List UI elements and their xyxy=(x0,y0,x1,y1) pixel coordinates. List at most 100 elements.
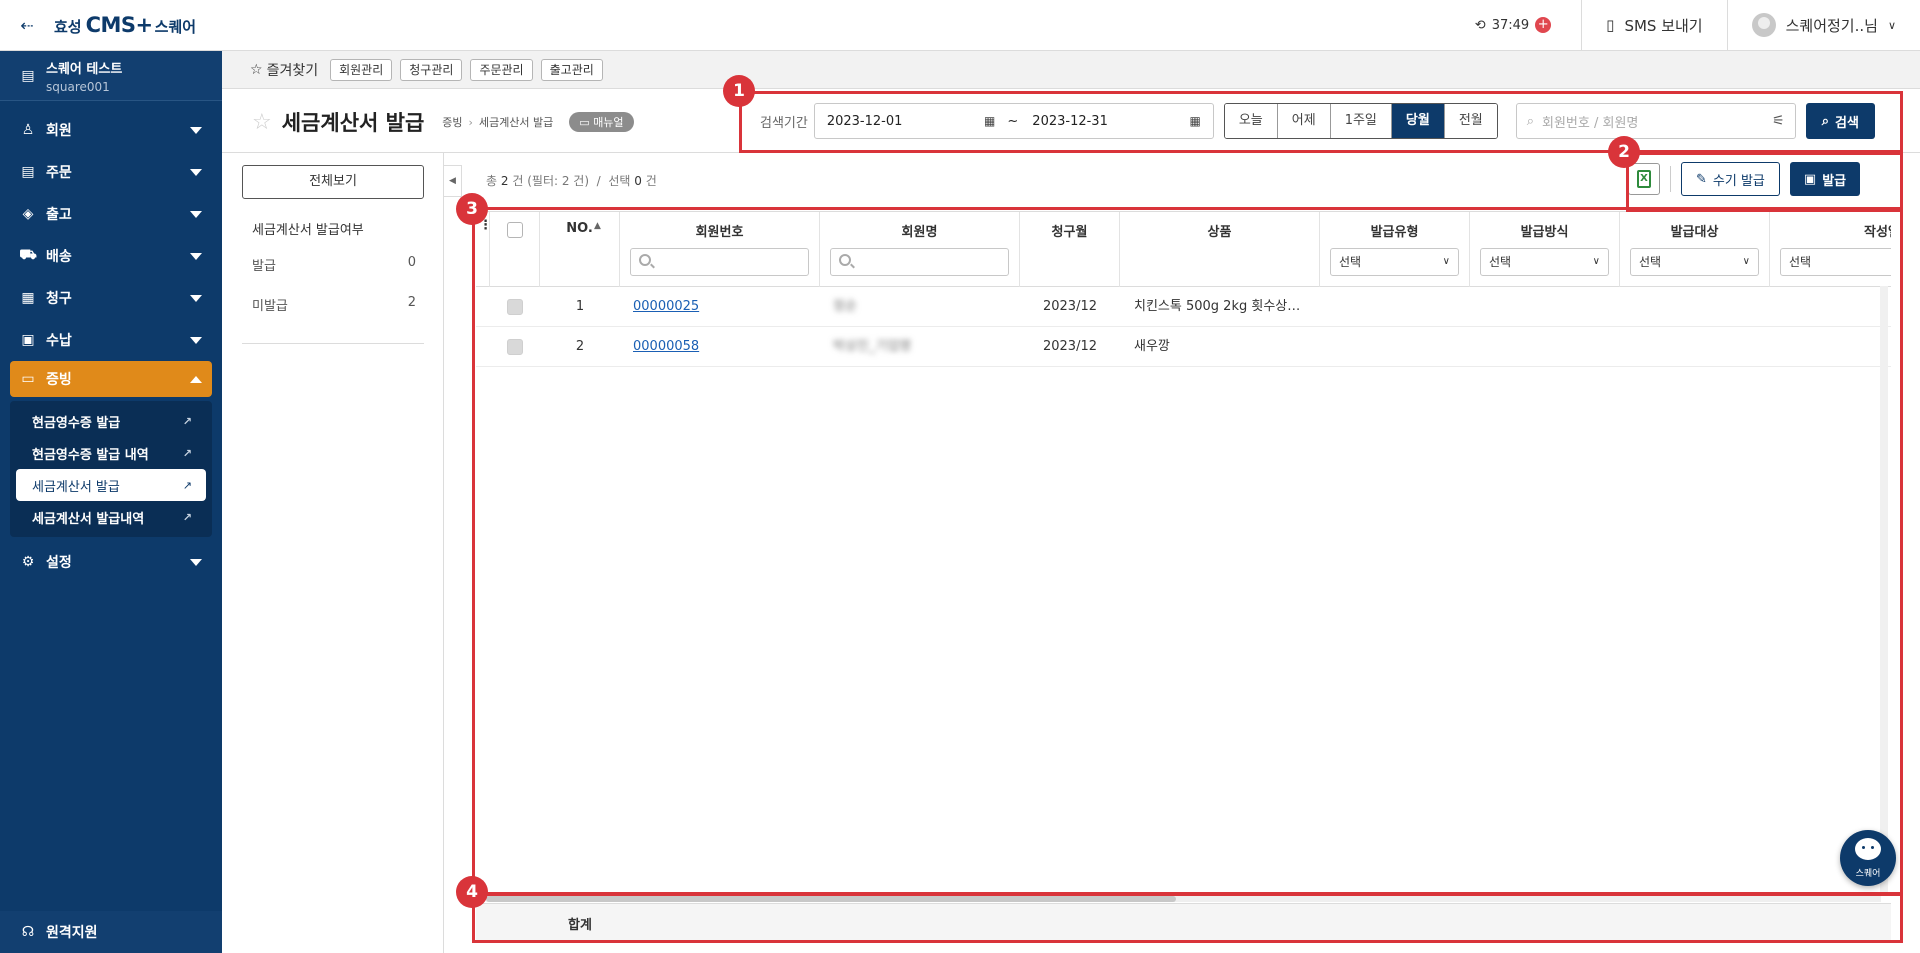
chevron-down-icon: ∨ xyxy=(1742,256,1750,267)
issue-type-select[interactable]: 선택 ∨ xyxy=(1330,248,1459,276)
summary-total: 2 xyxy=(500,174,509,188)
calendar-icon[interactable]: ▦ xyxy=(984,114,995,128)
column-member-name[interactable]: 회원명 xyxy=(820,212,1020,287)
action-buttons: X ✎ 수기 발급 ▣ 발급 xyxy=(1628,162,1861,196)
table-row[interactable]: 1 00000025 정순 2023/12 치킨스톡 500g 2kg 횟수상… xyxy=(476,287,1891,327)
truck-icon: ⛟ xyxy=(19,247,37,263)
row-checkbox[interactable] xyxy=(507,298,523,315)
row-checkbox-cell[interactable] xyxy=(490,287,540,327)
caret-down-icon xyxy=(190,168,202,176)
collapse-menu-icon[interactable]: ⇠ xyxy=(0,0,54,51)
column-member-no[interactable]: 회원번호 xyxy=(620,212,820,287)
created-date-select[interactable]: 선택 xyxy=(1780,248,1891,276)
row-checkbox[interactable] xyxy=(507,338,523,355)
sidebar-item-label: 회원 xyxy=(46,123,72,139)
column-product[interactable]: 상품 xyxy=(1120,212,1320,287)
vertical-scrollbar[interactable] xyxy=(1880,286,1888,896)
issue-method-select[interactable]: 선택 ∨ xyxy=(1480,248,1609,276)
favorite-chip[interactable]: 주문관리 xyxy=(470,58,533,81)
horizontal-scrollbar-thumb[interactable] xyxy=(486,896,1176,902)
sms-button-label: SMS 보내기 xyxy=(1624,16,1703,35)
favorite-chip[interactable]: 출고관리 xyxy=(540,58,603,81)
column-no[interactable]: NO. ▲ xyxy=(540,212,620,287)
caret-down-icon xyxy=(190,336,202,344)
search-filter-zone: 검색기간 2023-12-01 ▦ ~ 2023-12-31 ▦ 오늘 어제 1… xyxy=(740,89,1900,153)
filter-not-issued-row[interactable]: 미발급 2 xyxy=(252,295,416,314)
grid-header: ⋮ NO. ▲ 회원번호 회원명 청구월 상품 발급유형 선택 ∨ 발급방식 선택 ∨ 발… xyxy=(476,212,1891,287)
headset-icon: ☊ xyxy=(21,924,35,940)
date-from[interactable]: 2023-12-01 xyxy=(827,114,976,129)
account-info[interactable]: ▤ 스퀘어 테스트 square001 xyxy=(0,51,222,101)
column-created-date[interactable]: 작성일선택 xyxy=(1770,212,1891,287)
user-menu[interactable]: 스퀘어정기..님 ∨ xyxy=(1726,0,1920,51)
filter-row-count: 0 xyxy=(407,255,416,270)
period-today-button[interactable]: 오늘 xyxy=(1224,104,1278,138)
submenu-cash-receipt-history[interactable]: 현금영수증 발급 내역 ↗ xyxy=(16,437,206,469)
sidebar: ▤ 스퀘어 테스트 square001 ♙ 회원 ▤ 주문 ◈ 출고 ⛟ 배송 … xyxy=(0,51,222,953)
sidebar-item-billing[interactable]: ▦ 청구 xyxy=(0,277,222,319)
date-range-picker[interactable]: 2023-12-01 ▦ ~ 2023-12-31 ▦ xyxy=(813,103,1214,139)
column-bill-month[interactable]: 청구월 xyxy=(1020,212,1120,287)
column-issue-method[interactable]: 발급방식 선택 ∨ xyxy=(1470,212,1620,287)
extend-session-plus-icon[interactable]: + xyxy=(1535,17,1552,33)
issue-button[interactable]: ▣ 발급 xyxy=(1789,162,1861,196)
logo-part-2: CMS+ xyxy=(85,13,154,37)
filter-sliders-icon[interactable]: ⚟ xyxy=(1772,113,1785,129)
view-all-button[interactable]: 전체보기 xyxy=(242,165,424,199)
search-period-label: 검색기간 xyxy=(760,115,808,131)
filter-issued-row[interactable]: 발급 0 xyxy=(252,255,416,274)
period-last-month-button[interactable]: 전월 xyxy=(1444,104,1497,138)
period-yesterday-button[interactable]: 어제 xyxy=(1277,104,1331,138)
issue-target-select[interactable]: 선택 ∨ xyxy=(1630,248,1759,276)
excel-download-button[interactable]: X xyxy=(1628,163,1660,195)
filter-row-label: 미발급 xyxy=(252,299,288,314)
chevron-down-icon: ∨ xyxy=(1592,256,1600,267)
submenu-tax-invoice-issue[interactable]: 세금계산서 발급 ↗ xyxy=(16,469,206,501)
table-row[interactable]: 2 00000058 박상진_기업명 2023/12 새우깡 xyxy=(476,327,1891,367)
favorite-chip[interactable]: 청구관리 xyxy=(400,58,463,81)
favorite-chip[interactable]: 회원관리 xyxy=(330,58,393,81)
chevron-down-icon: ∨ xyxy=(1887,18,1896,32)
submenu-tax-invoice-history[interactable]: 세금계산서 발급내역 ↗ xyxy=(16,501,206,533)
summary-prefix: 총 xyxy=(486,174,498,188)
favorite-star-icon[interactable]: ☆ xyxy=(252,110,272,135)
chatbot-button[interactable]: 스퀘어 xyxy=(1840,830,1896,886)
sidebar-item-label: 수납 xyxy=(46,333,72,349)
collapse-panel-button[interactable]: ◀ xyxy=(444,165,462,197)
cell-member-no-link[interactable]: 00000025 xyxy=(633,287,813,327)
search-button[interactable]: ⌕ 검색 xyxy=(1805,103,1875,139)
archive-icon: ▭ xyxy=(21,371,35,387)
date-to[interactable]: 2023-12-31 xyxy=(1032,114,1181,129)
manual-button[interactable]: ▭ 매뉴얼 xyxy=(569,112,634,132)
cell-bill-month: 2023/12 xyxy=(1042,339,1097,354)
sidebar-item-settings[interactable]: ⚙ 설정 xyxy=(0,541,222,583)
header-select-all[interactable] xyxy=(490,212,540,287)
submenu-cash-receipt-issue[interactable]: 현금영수증 발급 ↗ xyxy=(16,405,206,437)
member-search-input[interactable]: ⌕ 회원번호 / 회원명 ⚟ xyxy=(1515,103,1796,139)
column-issue-type[interactable]: 발급유형 선택 ∨ xyxy=(1320,212,1470,287)
sidebar-item-order[interactable]: ▤ 주문 xyxy=(0,151,222,193)
grid-footer-total: 합계 xyxy=(476,903,1891,941)
calendar-icon[interactable]: ▦ xyxy=(1190,114,1201,128)
sidebar-item-shipment[interactable]: ◈ 출고 xyxy=(0,193,222,235)
sidebar-item-evidence[interactable]: ▭ 증빙 xyxy=(10,361,212,397)
manual-issue-button[interactable]: ✎ 수기 발급 xyxy=(1681,162,1780,196)
member-no-filter-input[interactable] xyxy=(630,248,809,276)
cell-member-no-link[interactable]: 00000058 xyxy=(633,327,813,367)
member-name-filter-input[interactable] xyxy=(830,248,1009,276)
divider xyxy=(1670,166,1671,192)
select-all-checkbox[interactable] xyxy=(507,222,523,238)
sidebar-item-label: 출고 xyxy=(46,207,72,223)
sidebar-item-member[interactable]: ♙ 회원 xyxy=(0,109,222,151)
external-link-icon: ↗ xyxy=(182,510,192,524)
period-week-button[interactable]: 1주일 xyxy=(1330,104,1392,138)
sms-button[interactable]: ▯ SMS 보내기 xyxy=(1581,0,1726,51)
sidebar-item-delivery[interactable]: ⛟ 배송 xyxy=(0,235,222,277)
sidebar-item-payment[interactable]: ▣ 수납 xyxy=(0,319,222,361)
caret-up-icon xyxy=(190,375,202,383)
row-checkbox-cell[interactable] xyxy=(490,327,540,367)
remote-support-button[interactable]: ☊ 원격지원 xyxy=(0,911,222,953)
column-issue-target[interactable]: 발급대상 선택 ∨ xyxy=(1620,212,1770,287)
period-this-month-button[interactable]: 당월 xyxy=(1391,104,1445,138)
app-logo[interactable]: 효성 CMS+ 스퀘어 xyxy=(54,13,196,37)
